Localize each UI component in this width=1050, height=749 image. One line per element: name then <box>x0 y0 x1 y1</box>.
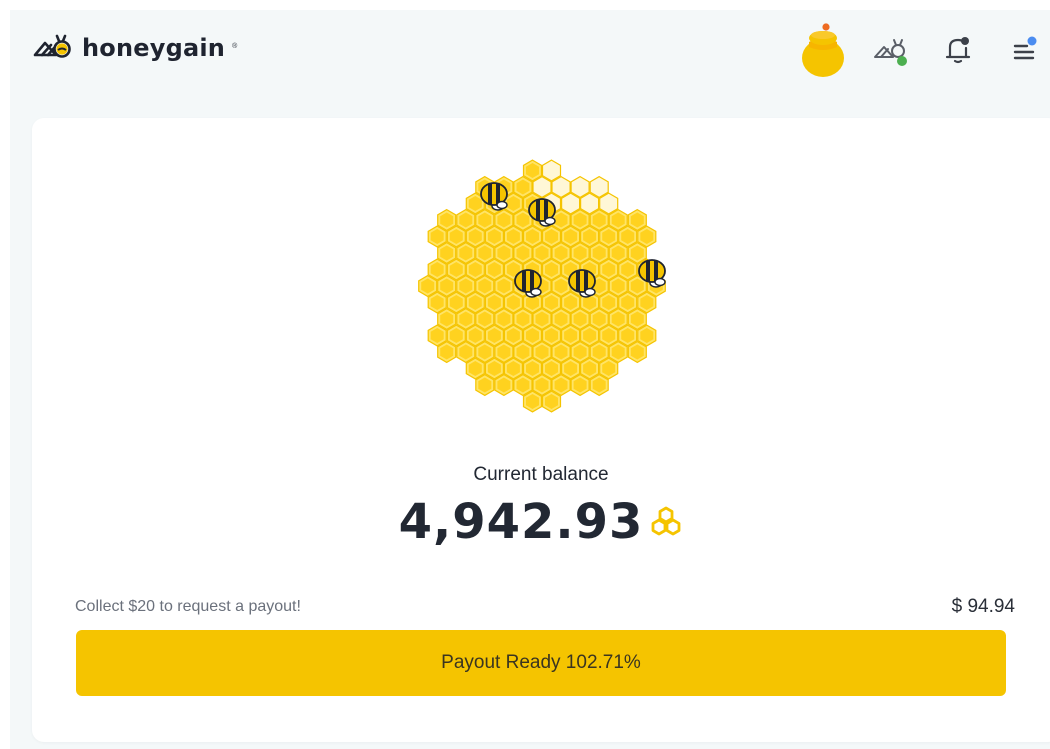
menu-icon[interactable] <box>1010 34 1040 64</box>
logo[interactable]: honeygain ® <box>32 34 237 62</box>
logo-registered-mark: ® <box>232 42 238 50</box>
payout-ready-button[interactable]: Payout Ready 102.71% <box>76 630 1006 696</box>
payout-amount: $ 94.94 <box>951 596 1015 617</box>
bee-status-icon[interactable] <box>874 36 910 68</box>
balance-card: Current balance 4,942.93 Collect $20 to … <box>32 118 1050 742</box>
balance-row: 4,942.93 <box>32 494 1050 550</box>
honeycomb-illustration <box>418 159 666 413</box>
payout-ready-label: Payout Ready 102.71% <box>441 652 641 673</box>
logo-text: honeygain <box>82 34 226 62</box>
payout-message: Collect $20 to request a payout! <box>75 598 301 615</box>
app-shell: honeygain ® Current balance 4,942.93 Col… <box>10 10 1050 749</box>
balance-value: 4,942.93 <box>398 494 644 550</box>
top-bar: honeygain ® <box>10 10 1050 106</box>
honeycomb-icon <box>652 506 681 536</box>
honey-jar-icon[interactable] <box>800 20 846 78</box>
bee-logo-icon <box>33 34 71 58</box>
bell-icon[interactable] <box>944 34 972 66</box>
balance-label: Current balance <box>473 464 609 485</box>
